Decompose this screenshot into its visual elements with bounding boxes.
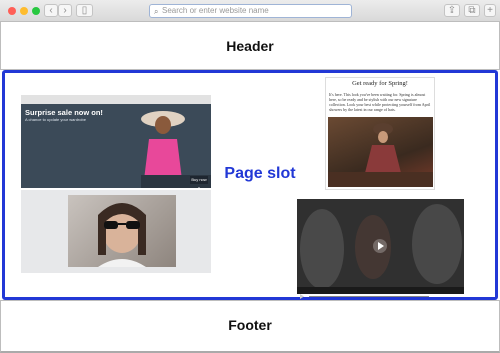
address-placeholder: Search or enter website name: [162, 6, 269, 15]
minimize-window-icon[interactable]: [20, 7, 28, 15]
sale-subtitle: A chance to update your wardrobe: [25, 117, 86, 122]
address-bar[interactable]: ⌕ Search or enter website name: [149, 4, 352, 18]
article-body: It's here. This look you've been waiting…: [329, 92, 431, 112]
sale-title: Surprise sale now on!: [25, 108, 103, 117]
play-icon[interactable]: [373, 239, 387, 253]
buy-now-button[interactable]: Buy now »: [190, 176, 208, 190]
article-photo: [328, 117, 433, 187]
sidebar-icon[interactable]: ▯: [76, 4, 93, 17]
mini-browser-bar: [21, 95, 211, 104]
back-button[interactable]: ‹: [44, 4, 58, 17]
share-icon[interactable]: ⇪: [444, 4, 460, 17]
zoom-window-icon[interactable]: [32, 7, 40, 15]
search-icon: ⌕: [154, 7, 159, 16]
video-controls[interactable]: [297, 287, 464, 299]
header-label: Header: [226, 38, 274, 54]
page-slot-label: Page slot: [224, 165, 296, 182]
forward-button[interactable]: ›: [58, 4, 72, 17]
tabs-icon[interactable]: ⧉: [464, 4, 480, 17]
new-tab-icon[interactable]: +: [484, 4, 496, 17]
sunglasses-model-image: [98, 203, 146, 267]
article-title: Get ready for Spring!: [352, 80, 408, 87]
sunglasses-photo: [68, 195, 176, 267]
close-window-icon[interactable]: [8, 7, 16, 15]
seated-model-image: [328, 123, 433, 187]
footer-label: Footer: [228, 317, 272, 333]
